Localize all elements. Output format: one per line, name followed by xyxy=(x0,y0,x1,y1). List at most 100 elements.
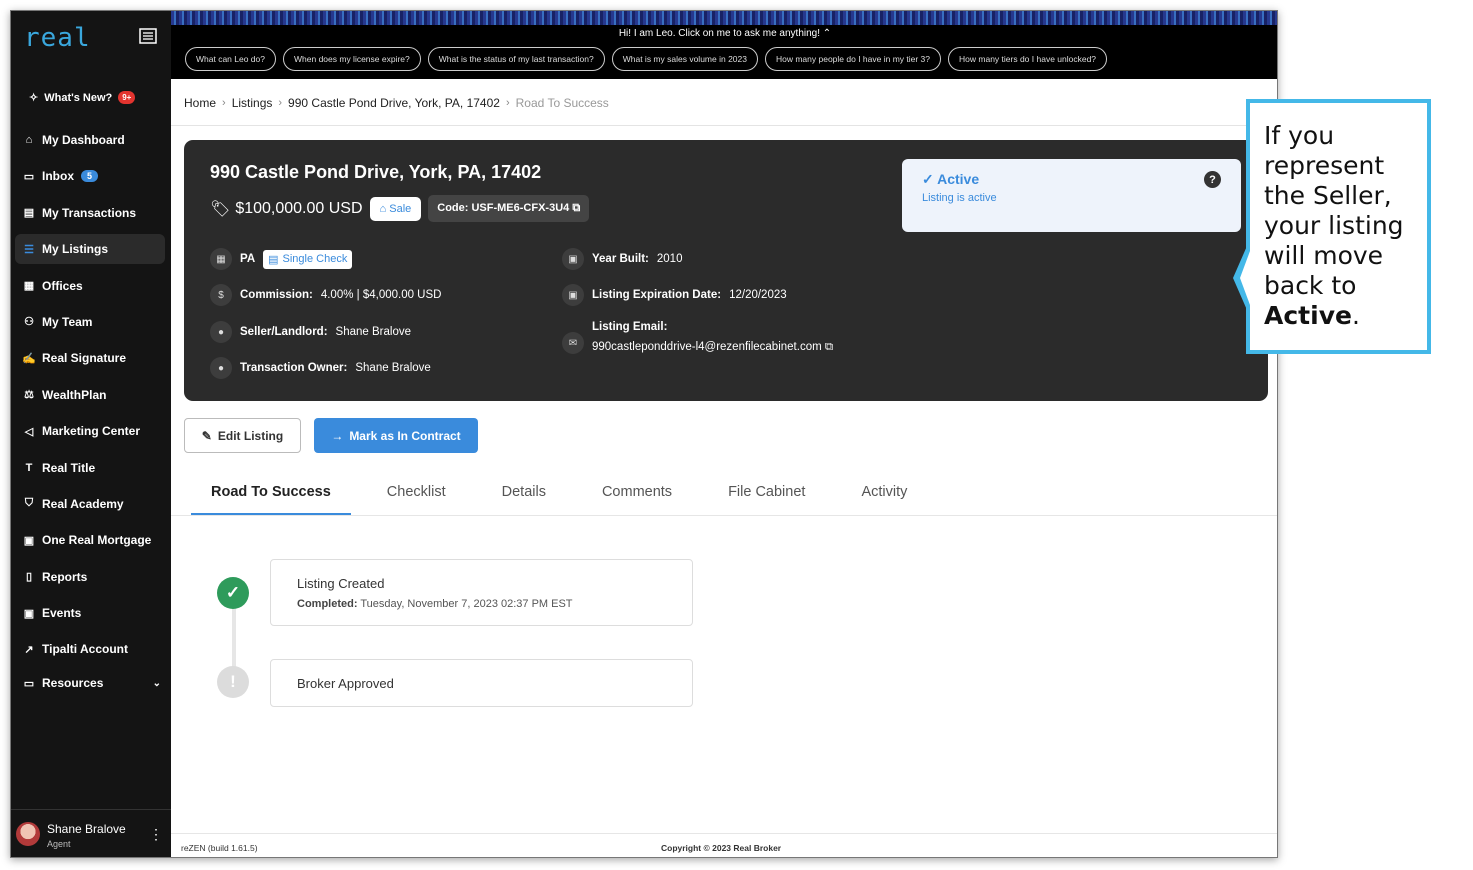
state-value: PA xyxy=(240,253,256,265)
breadcrumb-listings[interactable]: Listings xyxy=(232,96,273,110)
sidebar-nav: ⌂ My Dashboard ▭ Inbox 5 ▤ My Transactions ☰… xyxy=(15,125,165,705)
status-box: ✓ Active Listing is active ? xyxy=(902,159,1241,232)
sidebar-item-offices[interactable]: ▦ Offices xyxy=(15,271,165,301)
state-field: ▦ PA ▤ Single Check xyxy=(210,248,353,270)
sidebar-item-label: Real Academy xyxy=(42,496,124,511)
sidebar-item-marketing[interactable]: ◁ Marketing Center xyxy=(15,416,165,446)
leo-banner[interactable]: Hi! I am Leo. Click on me to ask me anyt… xyxy=(171,11,1277,79)
sidebar-item-tipalti[interactable]: ↗ Tipalti Account xyxy=(15,634,165,664)
listing-address: 990 Castle Pond Drive, York, PA, 17402 xyxy=(210,162,542,182)
copy-icon[interactable]: ⧉ xyxy=(825,341,833,353)
sidebar-item-resources[interactable]: ▭ Resources ⌄ xyxy=(15,668,165,698)
clipboard-icon: ▤ xyxy=(23,207,35,220)
sparkle-icon: ✧ xyxy=(29,92,39,104)
step-subtitle: Completed: Tuesday, November 7, 2023 02:… xyxy=(297,598,573,610)
whats-new-badge: 9+ xyxy=(118,91,136,104)
mark-in-contract-label: Mark as In Contract xyxy=(349,428,461,443)
breadcrumb-address[interactable]: 990 Castle Pond Drive, York, PA, 17402 xyxy=(288,96,500,110)
tab-details[interactable]: Details xyxy=(482,474,566,516)
sidebar-item-signature[interactable]: ✍ Real Signature xyxy=(15,343,165,373)
real-logo[interactable]: real xyxy=(24,23,91,53)
tabs: Road To Success Checklist Details Commen… xyxy=(191,474,943,516)
sidebar-item-transactions[interactable]: ▤ My Transactions xyxy=(15,198,165,228)
folder-icon: ▭ xyxy=(23,677,35,690)
report-icon: ▯ xyxy=(25,571,33,584)
timeline-step: Broker Approved xyxy=(270,659,693,707)
help-icon[interactable]: ? xyxy=(1204,171,1221,188)
leo-banner-title[interactable]: Hi! I am Leo. Click on me to ask me anyt… xyxy=(171,28,1277,39)
more-vertical-icon[interactable]: ⋮ xyxy=(149,826,163,843)
year-label: Year Built: xyxy=(592,253,649,265)
seller-label: Seller/Landlord: xyxy=(240,326,328,338)
menu-toggle-icon[interactable] xyxy=(139,28,157,44)
price-value: $100,000.00 USD xyxy=(235,199,363,217)
sidebar-item-listings[interactable]: ☰ My Listings xyxy=(15,234,165,265)
whats-new-label: What's New? xyxy=(44,91,113,104)
megaphone-icon: ◁ xyxy=(24,425,34,438)
leo-chip[interactable]: When does my license expire? xyxy=(283,47,421,71)
footer: reZEN (build 1.61.5) Copyright © 2023 Re… xyxy=(171,833,1277,857)
build-version: reZEN (build 1.61.5) xyxy=(181,843,258,853)
listing-code-chip[interactable]: Code: USF-ME6-CFX-3U4 ⧉ xyxy=(428,195,590,222)
edit-listing-button[interactable]: ✎ Edit Listing xyxy=(184,418,301,453)
tab-checklist[interactable]: Checklist xyxy=(367,474,466,516)
main-content: Home › Listings › 990 Castle Pond Drive,… xyxy=(171,79,1277,857)
pencil-icon: ✎ xyxy=(201,428,212,443)
callout-main-text: If you represent the Seller, your listin… xyxy=(1264,121,1404,300)
leo-chip[interactable]: How many people do I have in my tier 3? xyxy=(764,47,942,71)
sidebar-item-label: Inbox xyxy=(42,169,74,184)
chevron-down-icon: ⌄ xyxy=(152,677,161,689)
sidebar-item-academy[interactable]: ⛉ Real Academy xyxy=(15,489,165,519)
arrow-right-icon: → xyxy=(331,428,344,443)
email-field: ✉ Listing Email: 990castleponddrive-l4@r… xyxy=(562,321,833,354)
sidebar-item-label: Real Signature xyxy=(42,351,127,366)
sidebar-item-reports[interactable]: ▯ Reports xyxy=(15,562,165,592)
tab-road-to-success[interactable]: Road To Success xyxy=(191,474,351,516)
tab-file-cabinet[interactable]: File Cabinet xyxy=(708,474,825,516)
listing-code: Code: USF-ME6-CFX-3U4 xyxy=(437,202,570,214)
whats-new-button[interactable]: ✧ What's New? 9+ xyxy=(29,91,136,104)
sidebar-item-inbox[interactable]: ▭ Inbox 5 xyxy=(15,161,165,191)
mark-in-contract-button[interactable]: → Mark as In Contract xyxy=(314,418,478,453)
edit-listing-label: Edit Listing xyxy=(217,428,284,443)
sidebar-item-title[interactable]: T Real Title xyxy=(15,453,165,483)
tab-comments[interactable]: Comments xyxy=(582,474,692,516)
email-value: 990castleponddrive-l4@rezenfilecabinet.c… xyxy=(592,341,822,353)
sidebar-item-label: My Transactions xyxy=(42,205,137,220)
sale-chip: ⌂ Sale xyxy=(369,196,422,221)
step-title: Listing Created xyxy=(297,576,385,591)
graduation-cap-icon: ⛉ xyxy=(24,497,34,510)
leo-chip[interactable]: What can Leo do? xyxy=(185,47,276,71)
tab-activity[interactable]: Activity xyxy=(841,474,927,516)
leo-chip[interactable]: How many tiers do I have unlocked? xyxy=(948,47,1108,71)
email-block: Listing Email: 990castleponddrive-l4@rez… xyxy=(592,321,833,354)
copyright: Copyright © 2023 Real Broker xyxy=(661,843,782,853)
leo-chip[interactable]: What is the status of my last transactio… xyxy=(427,47,605,71)
breadcrumb-home[interactable]: Home xyxy=(184,96,216,110)
sidebar-item-team[interactable]: ⚇ My Team xyxy=(15,307,165,337)
callout-box: If you represent the Seller, your listin… xyxy=(1246,99,1431,354)
single-check-badge: ▤ Single Check xyxy=(263,249,353,269)
sidebar-item-mortgage[interactable]: ▣ One Real Mortgage xyxy=(15,525,165,555)
sidebar-item-events[interactable]: ▣ Events xyxy=(15,598,165,628)
status-subtitle: Listing is active xyxy=(922,192,997,204)
dollar-icon: $ xyxy=(210,284,232,306)
status-title-text: Active xyxy=(937,171,980,187)
leo-chip[interactable]: What is my sales volume in 2023 xyxy=(611,47,758,71)
calendar-check-icon: ▣ xyxy=(562,284,584,306)
year-value: 2010 xyxy=(656,253,683,265)
chevron-right-icon: › xyxy=(222,97,226,109)
sidebar-item-wealthplan[interactable]: ⚖ WealthPlan xyxy=(15,380,165,410)
user-profile[interactable]: Shane Bralove Agent ⋮ xyxy=(11,809,171,857)
user-role: Agent xyxy=(47,839,71,849)
sidebar-item-dashboard[interactable]: ⌂ My Dashboard xyxy=(15,125,165,155)
listing-price: 🏷 $100,000.00 USD xyxy=(210,199,363,219)
step-sub-label: Completed: xyxy=(297,598,358,610)
step-sub-value: Tuesday, November 7, 2023 02:37 PM EST xyxy=(360,598,573,610)
title-t-icon: T xyxy=(25,461,33,474)
timeline-step: Listing Created Completed: Tuesday, Nove… xyxy=(270,559,693,626)
sidebar-item-label: Marketing Center xyxy=(42,424,141,439)
step-title: Broker Approved xyxy=(297,676,394,691)
sidebar: real ✧ What's New? 9+ ⌂ My Dashboard ▭ Inb… xyxy=(11,11,171,857)
copy-icon[interactable]: ⧉ xyxy=(572,202,580,214)
